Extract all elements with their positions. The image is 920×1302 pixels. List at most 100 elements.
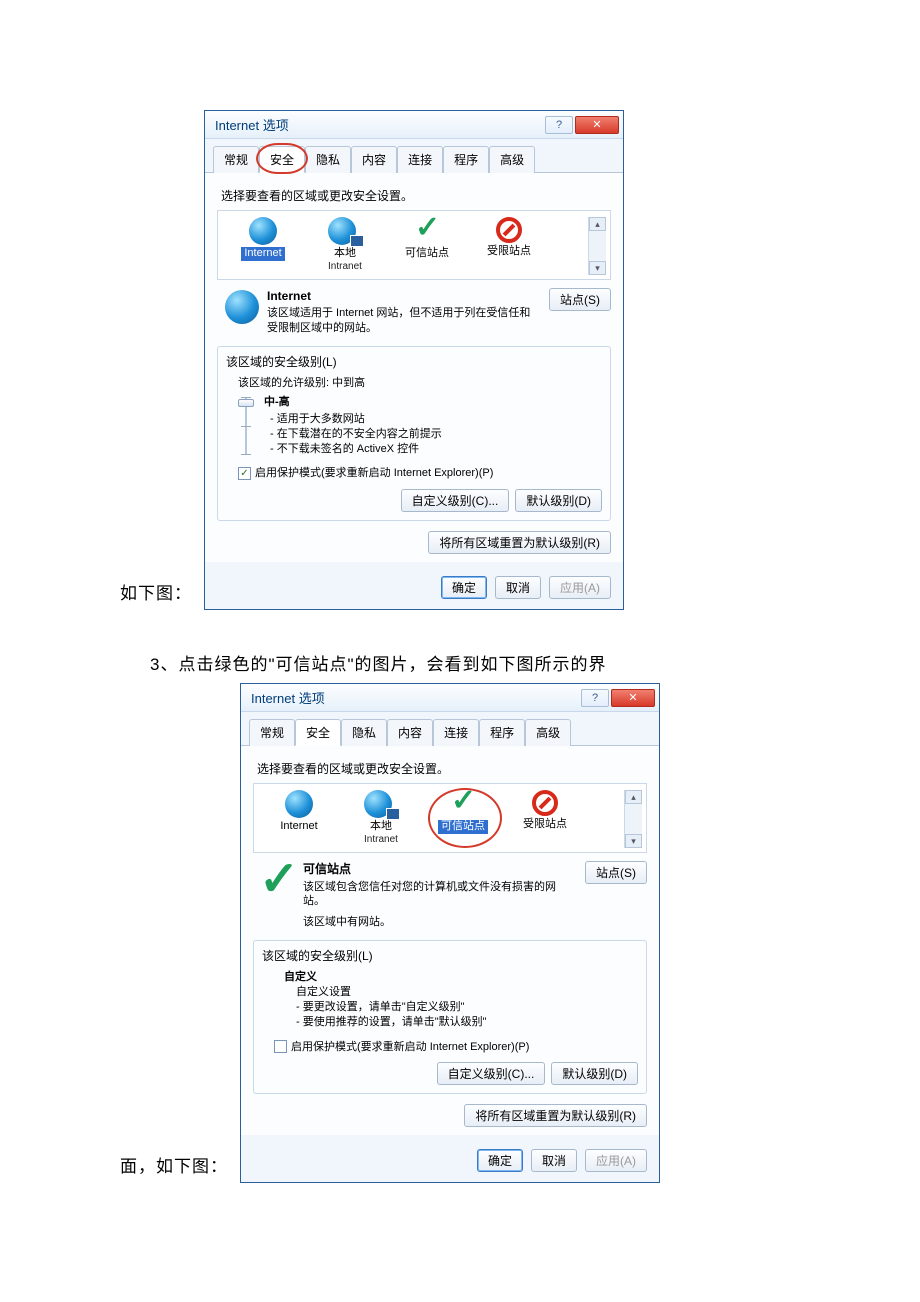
security-level-group: 该区域的安全级别(L) 该区域的允许级别: 中到高 xyxy=(217,346,611,521)
level-bullets: - 适用于大多数网站 - 在下载潜在的不安全内容之前提示 - 不下载未签名的 A… xyxy=(270,412,442,457)
custom-line-2: - 要更改设置，请单击"自定义级别" xyxy=(296,1000,638,1015)
tab-programs[interactable]: 程序 xyxy=(479,719,525,746)
local-intranet-icon xyxy=(328,217,362,245)
apply-button[interactable]: 应用(A) xyxy=(549,576,611,599)
security-level-inner: 自定义 自定义设置 - 要更改设置，请单击"自定义级别" - 要使用推荐的设置，… xyxy=(262,970,638,1085)
tab-advanced[interactable]: 高级 xyxy=(489,146,535,173)
zone-desc-title: Internet xyxy=(267,288,541,304)
close-button[interactable]: ✕ xyxy=(575,116,619,134)
reset-all-button[interactable]: 将所有区域重置为默认级别(R) xyxy=(428,531,611,554)
tab-general[interactable]: 常规 xyxy=(249,719,295,746)
zone-desc-icon-col xyxy=(217,288,267,324)
custom-level-button[interactable]: 自定义级别(C)... xyxy=(437,1062,546,1085)
zone-trusted-sites[interactable]: 可信站点 xyxy=(386,217,468,263)
cancel-button[interactable]: 取消 xyxy=(495,576,541,599)
default-level-button[interactable]: 默认级别(D) xyxy=(515,489,602,512)
scroll-down-icon[interactable]: ▾ xyxy=(589,261,606,275)
zone-desc-title: 可信站点 xyxy=(303,861,577,877)
reset-row: 将所有区域重置为默认级别(R) xyxy=(217,531,611,554)
tab-privacy[interactable]: 隐私 xyxy=(341,719,387,746)
security-level-label: 该区域的安全级别(L) xyxy=(226,353,602,370)
document-page: 如下图： Internet 选项 ? ✕ 常规 安全 隐私 内容 连接 程序 高… xyxy=(0,0,920,1243)
dialog-title: Internet 选项 xyxy=(251,688,325,707)
tab-advanced[interactable]: 高级 xyxy=(525,719,571,746)
security-slider[interactable] xyxy=(238,397,254,455)
protected-mode-checkbox[interactable]: ✓ xyxy=(238,467,251,480)
dialog-body: 选择要查看的区域或更改安全设置。 Internet 本地 Intranet xyxy=(241,746,659,1135)
caption-after-2: 面，如下图： xyxy=(120,1152,228,1183)
tab-connections[interactable]: 连接 xyxy=(397,146,443,173)
custom-title: 自定义 xyxy=(284,970,638,985)
level-buttons: 自定义级别(C)... 默认级别(D) xyxy=(226,489,602,512)
custom-line-3: - 要使用推荐的设置，请单击"默认级别" xyxy=(296,1015,638,1030)
zone-restricted-sites[interactable]: 受限站点 xyxy=(468,217,550,261)
scroll-up-icon[interactable]: ▴ xyxy=(589,217,606,231)
cancel-button[interactable]: 取消 xyxy=(531,1149,577,1172)
titlebar: Internet 选项 ? ✕ xyxy=(241,684,659,712)
dialog-body: 选择要查看的区域或更改安全设置。 Internet 本地 Intranet xyxy=(205,173,623,562)
tab-privacy[interactable]: 隐私 xyxy=(305,146,351,173)
scroll-track[interactable] xyxy=(625,804,642,834)
ok-button[interactable]: 确定 xyxy=(441,576,487,599)
zone-internet[interactable]: Internet xyxy=(258,790,340,836)
security-level-inner: 该区域的允许级别: 中到高 中-高 xyxy=(226,376,602,512)
tab-connections[interactable]: 连接 xyxy=(433,719,479,746)
zone-restricted-label: 受限站点 xyxy=(504,818,586,832)
zone-trusted-label: 可信站点 xyxy=(386,247,468,261)
tab-general[interactable]: 常规 xyxy=(213,146,259,173)
tab-programs[interactable]: 程序 xyxy=(443,146,489,173)
sites-button[interactable]: 站点(S) xyxy=(585,861,647,884)
dialog-title: Internet 选项 xyxy=(215,115,289,134)
zone-internet[interactable]: Internet xyxy=(222,217,304,263)
tab-bar: 常规 安全 隐私 内容 连接 程序 高级 xyxy=(241,712,659,746)
zone-scrollbar[interactable]: ▴ ▾ xyxy=(588,217,606,275)
deny-icon xyxy=(496,217,522,243)
dialog-footer: 确定 取消 应用(A) xyxy=(205,562,623,609)
scroll-down-icon[interactable]: ▾ xyxy=(625,834,642,848)
zone-trusted-sites[interactable]: 可信站点 xyxy=(422,790,504,836)
globe-icon xyxy=(285,790,313,818)
tab-bar: 常规 安全 隐私 内容 连接 程序 高级 xyxy=(205,139,623,173)
default-level-button[interactable]: 默认级别(D) xyxy=(551,1062,638,1085)
custom-line-1: 自定义设置 xyxy=(296,985,638,1000)
scroll-up-icon[interactable]: ▴ xyxy=(625,790,642,804)
apply-button[interactable]: 应用(A) xyxy=(585,1149,647,1172)
sites-button[interactable]: 站点(S) xyxy=(549,288,611,311)
protected-mode-label: 启用保护模式(要求重新启动 Internet Explorer)(P) xyxy=(291,1040,529,1055)
zone-description: Internet 该区域适用于 Internet 网站，但不适用于列在受信任和受… xyxy=(217,288,611,336)
level-buttons: 自定义级别(C)... 默认级别(D) xyxy=(262,1062,638,1085)
zone-local-label: 本地 xyxy=(304,247,386,261)
help-button[interactable]: ? xyxy=(545,116,573,134)
zone-local-label: 本地 xyxy=(340,820,422,834)
zone-desc-icon-col xyxy=(253,861,303,909)
globe-icon xyxy=(225,290,259,324)
protected-mode-checkbox[interactable] xyxy=(274,1040,287,1053)
custom-level-description: 自定义 自定义设置 - 要更改设置，请单击"自定义级别" - 要使用推荐的设置，… xyxy=(284,970,638,1029)
check-icon xyxy=(255,863,301,909)
deny-icon xyxy=(532,790,558,816)
zone-list: Internet 本地 Intranet 可信站点 xyxy=(217,210,611,280)
help-button[interactable]: ? xyxy=(581,689,609,707)
zone-desc-text: Internet 该区域适用于 Internet 网站，但不适用于列在受信任和受… xyxy=(267,288,541,336)
tab-security[interactable]: 安全 xyxy=(259,146,305,173)
globe-icon xyxy=(249,217,277,245)
zone-trusted-label: 可信站点 xyxy=(438,820,488,834)
check-icon xyxy=(449,790,477,818)
reset-all-button[interactable]: 将所有区域重置为默认级别(R) xyxy=(464,1104,647,1127)
tab-security[interactable]: 安全 xyxy=(295,719,341,746)
zone-local-intranet[interactable]: 本地 Intranet xyxy=(340,790,422,848)
zone-scrollbar[interactable]: ▴ ▾ xyxy=(624,790,642,848)
custom-level-button[interactable]: 自定义级别(C)... xyxy=(401,489,510,512)
zone-local-intranet[interactable]: 本地 Intranet xyxy=(304,217,386,275)
close-button[interactable]: ✕ xyxy=(611,689,655,707)
caption-before-1: 如下图： xyxy=(120,579,192,610)
zone-restricted-sites[interactable]: 受限站点 xyxy=(504,790,586,834)
tab-content[interactable]: 内容 xyxy=(351,146,397,173)
level-bullet-2: - 在下载潜在的不安全内容之前提示 xyxy=(270,427,442,442)
ok-button[interactable]: 确定 xyxy=(477,1149,523,1172)
zone-internet-label: Internet xyxy=(258,820,340,834)
figure2-row: 面，如下图： Internet 选项 ? ✕ 常规 安全 隐私 内容 连接 程序… xyxy=(120,683,800,1183)
scroll-track[interactable] xyxy=(589,231,606,261)
tab-content[interactable]: 内容 xyxy=(387,719,433,746)
zone-prompt: 选择要查看的区域或更改安全设置。 xyxy=(257,760,647,777)
